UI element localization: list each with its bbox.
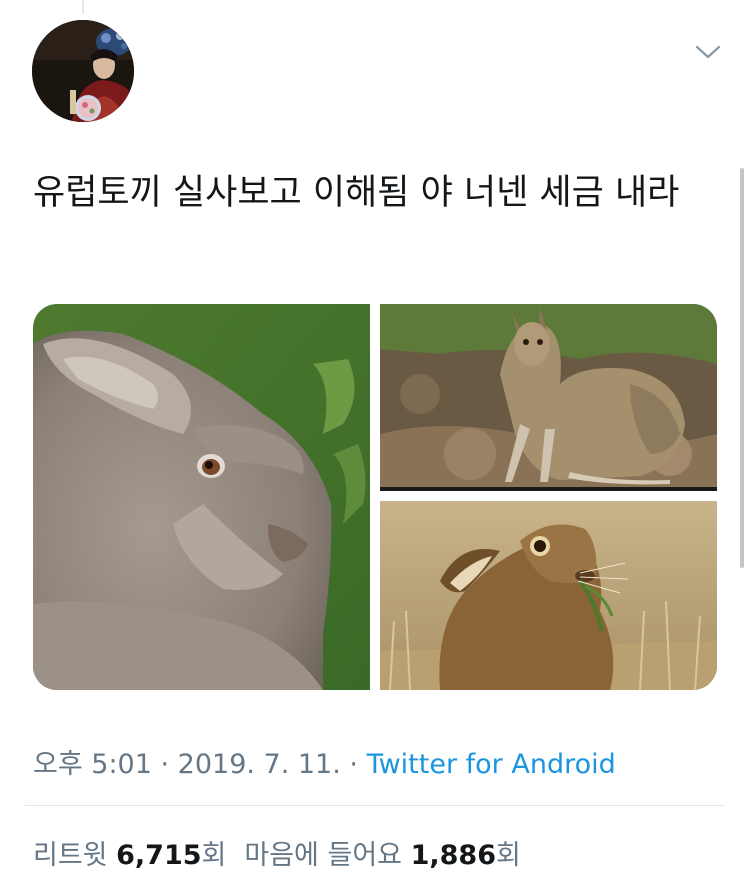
likes-count: 1,886 — [410, 840, 496, 871]
tweet-stats: 리트윗 6,715회 마음에 들어요 1,886회 — [33, 833, 521, 872]
tweet-meta: 오후 5:01 · 2019. 7. 11. · Twitter for And… — [33, 742, 616, 781]
retweets-label: 리트윗 — [33, 840, 108, 871]
scrollbar[interactable] — [740, 168, 744, 568]
media-grid — [33, 304, 717, 690]
hare-eating-grass-photo[interactable] — [380, 501, 717, 690]
tweet-date[interactable]: 2019. 7. 11. — [178, 749, 341, 780]
tweet-text: 유럽토끼 실사보고 이해됨 야 너넨 세금 내라 — [33, 173, 680, 213]
likes-unit: 회 — [496, 840, 521, 871]
divider — [25, 805, 725, 806]
hare-closeup-photo[interactable] — [33, 304, 370, 690]
thread-line — [82, 0, 84, 14]
tweet-source-link[interactable]: Twitter for Android — [367, 749, 616, 780]
meta-separator: · — [151, 749, 178, 780]
likes-stat[interactable]: 마음에 들어요 1,886회 — [244, 840, 520, 871]
meta-separator: · — [340, 749, 367, 780]
chevron-down-icon[interactable] — [694, 42, 722, 62]
tweet-time[interactable]: 오후 5:01 — [33, 749, 152, 780]
retweets-unit: 회 — [201, 840, 227, 871]
retweets-stat[interactable]: 리트윗 6,715회 — [33, 840, 226, 871]
hare-sitting-photo[interactable] — [380, 304, 717, 491]
likes-label: 마음에 들어요 — [244, 840, 402, 871]
retweets-count: 6,715 — [116, 840, 202, 871]
avatar[interactable] — [32, 20, 134, 122]
